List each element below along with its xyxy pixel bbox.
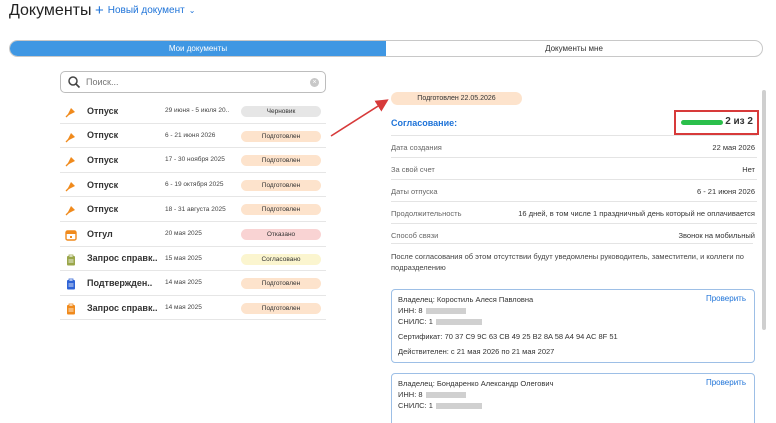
field-value: 6 - 21 июня 2026 (696, 187, 755, 196)
field-label: За свой счет (391, 165, 435, 174)
field-label: Способ связи (391, 231, 439, 240)
field-value: Звонок на мобильный (678, 231, 756, 240)
signature-inn: ИНН: 8 (398, 306, 423, 315)
notification-note: После согласования об этом отсутствии бу… (391, 243, 753, 273)
field-own-expense: За свой счет Нет (391, 157, 757, 179)
field-contact-method: Способ связи Звонок на мобильный (391, 223, 757, 243)
field-label: Продолжительность (391, 209, 462, 218)
scrollbar[interactable] (762, 90, 766, 330)
agreement-count: 2 из 2 (725, 116, 753, 127)
signature-snils: СНИЛС: 1 (398, 401, 433, 410)
redacted-value (435, 318, 482, 325)
signature-owner: Владелец: Коростиль Алеся Павловна (398, 295, 534, 304)
signature-owner: Владелец: Бондаренко Александр Олегович (398, 379, 554, 388)
field-vacation-dates: Даты отпуска 6 - 21 июня 2026 (391, 179, 757, 201)
signature-card: Проверить Владелец: Коростиль Алеся Павл… (391, 289, 755, 363)
check-signature-link[interactable]: Проверить (706, 294, 746, 303)
agreement-label: Согласование: (391, 118, 458, 128)
signature-inn: ИНН: 8 (398, 390, 423, 399)
field-value: Нет (742, 165, 755, 174)
signature-validity: Действителен: с 21 мая 2026 по 21 мая 20… (398, 347, 555, 356)
agreement-progress-bar (681, 120, 723, 125)
signature-card: Проверить Владелец: Бондаренко Александр… (391, 373, 755, 423)
signature-certificate: Сертификат: 70 37 C9 9C 63 CB 49 25 B2 8… (398, 332, 618, 341)
check-signature-link[interactable]: Проверить (706, 378, 746, 387)
redacted-value (425, 391, 466, 398)
field-created: Дата создания 22 мая 2026 (391, 135, 757, 157)
agreement-status-box: 2 из 2 (674, 110, 759, 135)
field-duration: Продолжительность 16 дней, в том числе 1… (391, 201, 757, 223)
redacted-value (425, 307, 466, 314)
field-label: Дата создания (391, 143, 442, 152)
field-value: 22 мая 2026 (712, 143, 755, 152)
signature-snils: СНИЛС: 1 (398, 317, 433, 326)
redacted-value (435, 402, 482, 409)
document-details: Подготовлен 22.05.2026 Согласование: 2 и… (388, 90, 759, 423)
field-label: Даты отпуска (391, 187, 438, 196)
field-value: 16 дней, в том числе 1 праздничный день … (518, 209, 755, 218)
status-badge: Подготовлен 22.05.2026 (391, 92, 522, 105)
